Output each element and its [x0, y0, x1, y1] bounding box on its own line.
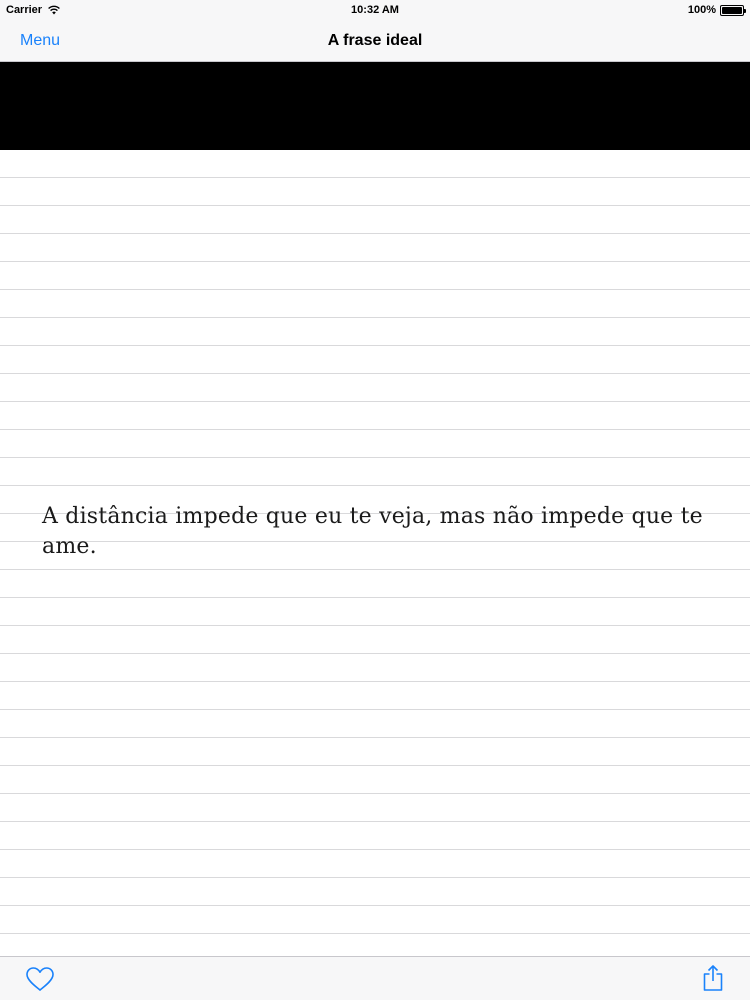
- navigation-bar: Menu A frase ideal: [0, 22, 750, 62]
- page-title: A frase ideal: [327, 32, 423, 49]
- share-icon[interactable]: [702, 964, 724, 992]
- heart-icon[interactable]: [25, 966, 55, 992]
- status-right: 100%: [687, 4, 746, 16]
- quote-text: A distância impede que eu te veja, mas n…: [42, 504, 703, 559]
- battery-level: [722, 6, 742, 14]
- app-window: Carrier 10:32 AM 100% Menu A frase ideal…: [0, 0, 750, 1000]
- status-time: 10:32 AM: [351, 4, 399, 16]
- battery-percent: 100%: [687, 4, 716, 16]
- ruled-paper: A distância impede que eu te veja, mas n…: [0, 150, 750, 956]
- bottom-toolbar: [0, 956, 750, 1000]
- battery-icon: [720, 4, 746, 16]
- status-bar: Carrier 10:32 AM 100%: [0, 0, 750, 22]
- banner-area: [0, 62, 750, 150]
